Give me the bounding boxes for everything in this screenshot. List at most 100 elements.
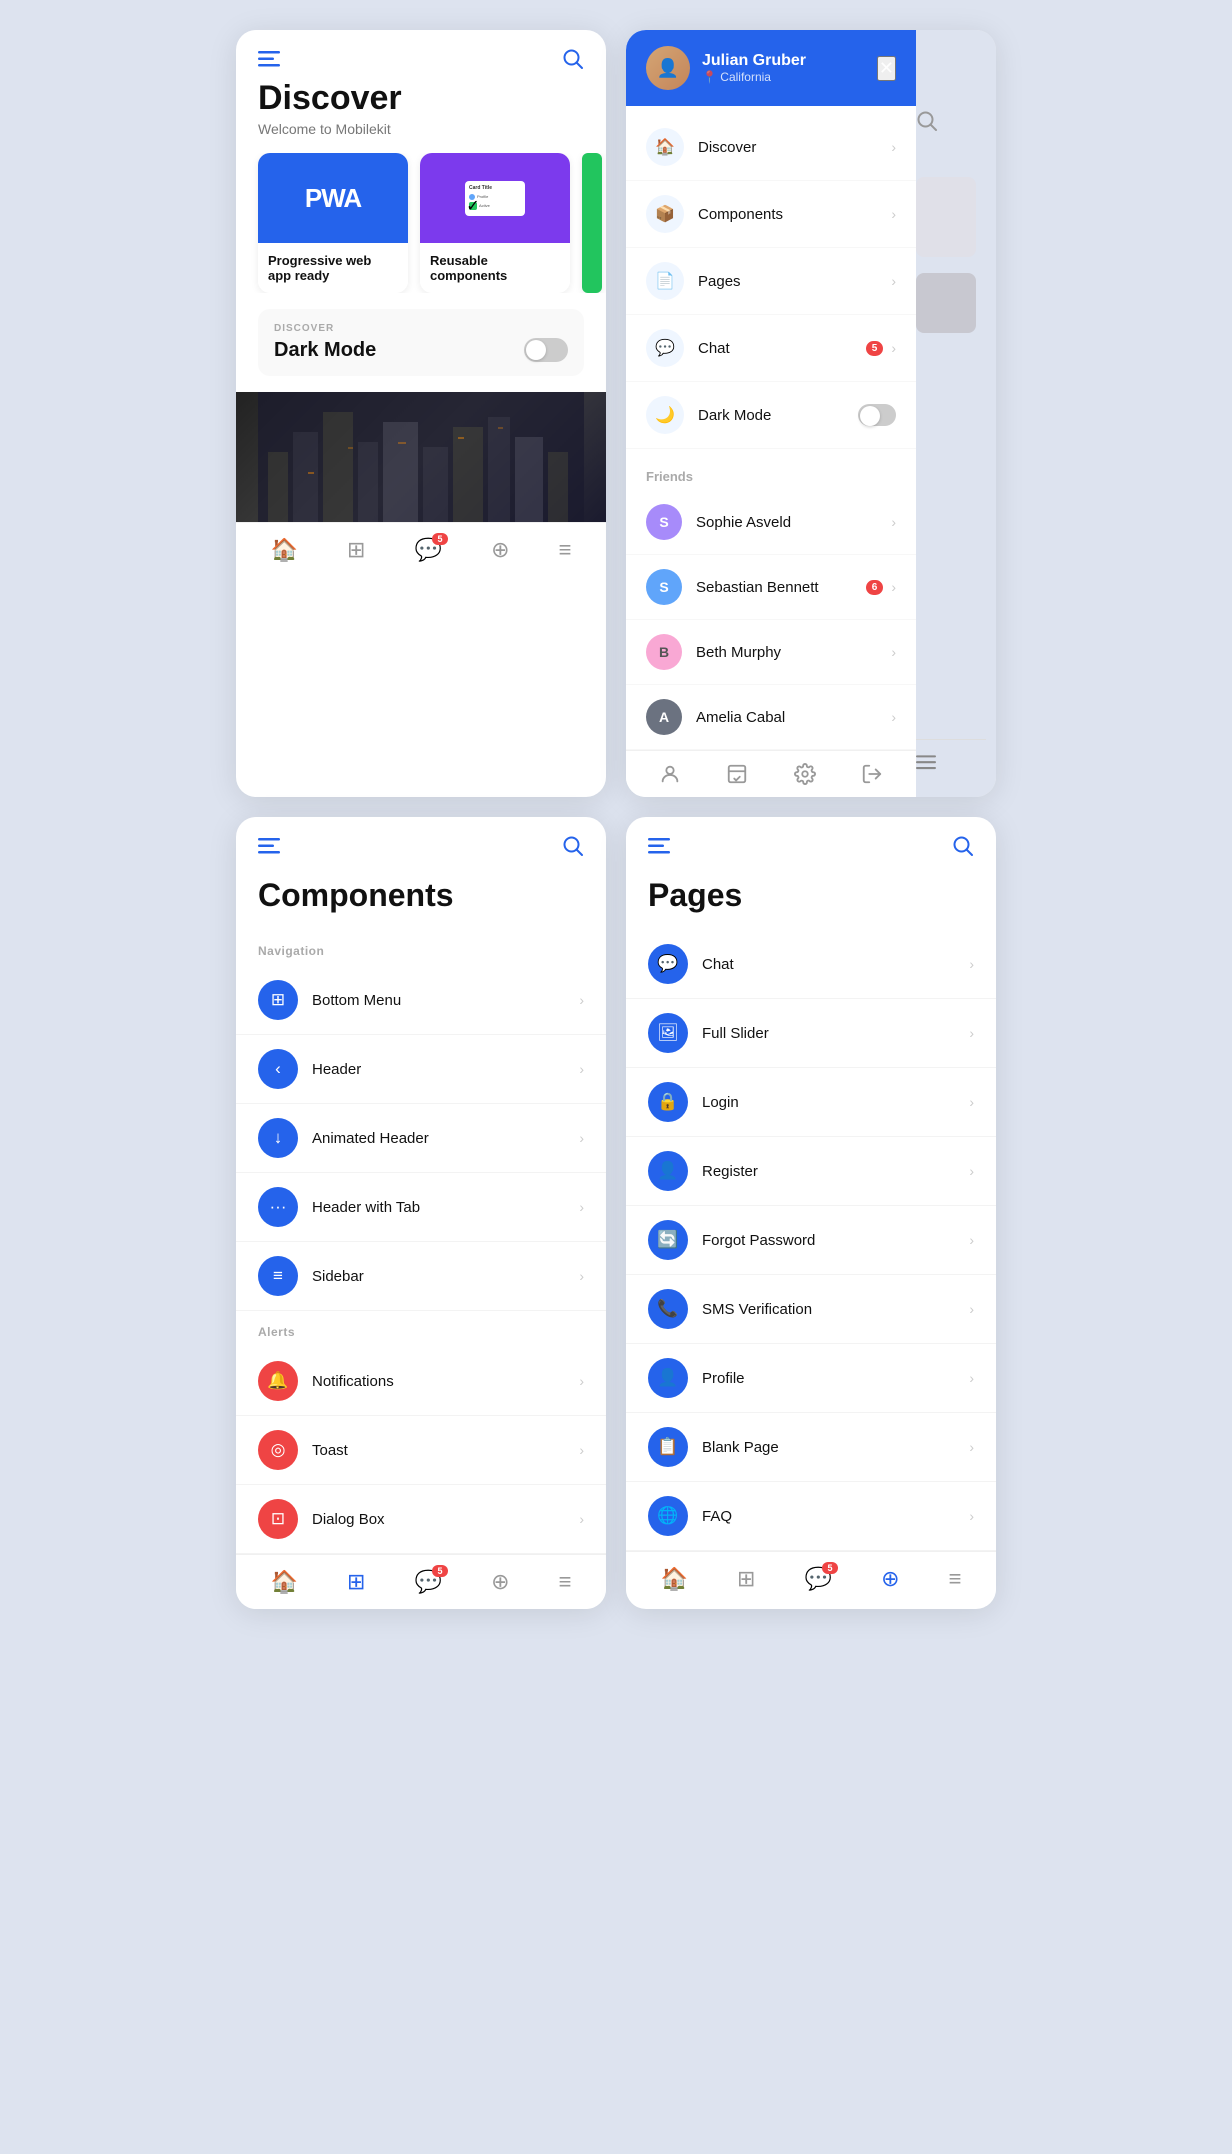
page-forgot-password[interactable]: 🔄 Forgot Password › — [626, 1206, 996, 1275]
friend-sophie[interactable]: S Sophie Asveld › — [626, 490, 916, 555]
pages-nav-menu[interactable]: ≡ — [949, 1566, 962, 1592]
page-forgot-password-label: Forgot Password — [702, 1232, 969, 1249]
pages-icon: 📄 — [646, 262, 684, 300]
page-chat[interactable]: 💬 Chat › — [626, 930, 996, 999]
sidebar-screen: 👤 Julian Gruber 📍 California ✕ 🏠 Discove… — [626, 30, 996, 797]
components-card[interactable]: Card Title Profile ✓ Active Reusable com… — [420, 153, 570, 293]
page-blank[interactable]: 📋 Blank Page › — [626, 1413, 996, 1482]
comp-nav-chat[interactable]: 💬 5 — [415, 1569, 442, 1595]
header-tab-item[interactable]: ··· Header with Tab › — [236, 1173, 606, 1242]
dialog-box-icon: ⊡ — [258, 1499, 298, 1539]
bottom-nav: 🏠 ⊞ 💬 5 ⊕ ≡ — [236, 522, 606, 577]
nav-home[interactable]: 🏠 — [271, 537, 298, 563]
comp-nav-components[interactable]: ⊞ — [347, 1569, 365, 1595]
components-card-image: Card Title Profile ✓ Active — [420, 153, 570, 243]
page-faq[interactable]: 🌐 FAQ › — [626, 1482, 996, 1551]
sidebar-nav-logout[interactable] — [861, 763, 883, 785]
page-chat-icon: 💬 — [648, 944, 688, 984]
sidebar-dark-mode-toggle[interactable] — [858, 404, 896, 426]
nav-menu[interactable]: ≡ — [559, 537, 572, 563]
friend-avatar-beth: B — [646, 634, 682, 670]
friend-name-beth: Beth Murphy — [696, 644, 891, 661]
dialog-box-item[interactable]: ⊡ Dialog Box › — [236, 1485, 606, 1554]
menu-item-discover[interactable]: 🏠 Discover › — [626, 114, 916, 181]
notifications-label: Notifications — [312, 1373, 579, 1390]
header-tab-label: Header with Tab — [312, 1199, 579, 1216]
sidebar-item[interactable]: ≡ Sidebar › — [236, 1242, 606, 1311]
pages-nav-components[interactable]: ⊞ — [737, 1566, 755, 1592]
comp-nav-layers[interactable]: ⊕ — [491, 1569, 509, 1595]
sidebar-close-button[interactable]: ✕ — [877, 56, 896, 81]
friend-name-sophie: Sophie Asveld — [696, 514, 891, 531]
page-login-label: Login — [702, 1094, 969, 1111]
pages-nav-layers[interactable]: ⊕ — [881, 1566, 899, 1592]
sidebar-header: 👤 Julian Gruber 📍 California ✕ — [626, 30, 916, 106]
sidebar-nav-inbox[interactable] — [726, 763, 748, 785]
menu-icon[interactable] — [258, 51, 280, 67]
sidebar-nav-profile[interactable] — [659, 763, 681, 785]
page-profile-icon: 👤 — [648, 1358, 688, 1398]
pages-menu-icon[interactable] — [648, 838, 670, 854]
nav-components[interactable]: ⊞ — [347, 537, 365, 563]
user-location: 📍 California — [702, 70, 806, 84]
notifications-item[interactable]: 🔔 Notifications › — [236, 1347, 606, 1416]
friend-avatar-amelia: A — [646, 699, 682, 735]
extra-card[interactable] — [582, 153, 602, 293]
nav-layers[interactable]: ⊕ — [491, 537, 509, 563]
page-sms[interactable]: 📞 SMS Verification › — [626, 1275, 996, 1344]
components-screen: Components Navigation ⊞ Bottom Menu › ‹ … — [236, 817, 606, 1609]
friend-avatar-sebastian: S — [646, 569, 682, 605]
header-icon: ‹ — [258, 1049, 298, 1089]
menu-item-chat[interactable]: 💬 Chat 5 › — [626, 315, 916, 382]
sidebar-icon: ≡ — [258, 1256, 298, 1296]
page-full-slider[interactable]: 🖼 Full Slider › — [626, 999, 996, 1068]
pages-search-icon[interactable] — [952, 835, 974, 857]
components-bottom-nav: 🏠 ⊞ 💬 5 ⊕ ≡ — [236, 1554, 606, 1609]
comp-chat-badge: 5 — [432, 1565, 448, 1577]
menu-item-components[interactable]: 📦 Components › — [626, 181, 916, 248]
pages-nav-chat[interactable]: 💬 5 — [805, 1566, 832, 1592]
header-item[interactable]: ‹ Header › — [236, 1035, 606, 1104]
pwa-card[interactable]: PWA Progressive web app ready — [258, 153, 408, 293]
user-info: 👤 Julian Gruber 📍 California — [646, 46, 806, 90]
menu-item-dark-mode[interactable]: 🌙 Dark Mode — [626, 382, 916, 449]
page-register[interactable]: 👤 Register › — [626, 1137, 996, 1206]
toast-item[interactable]: ◎ Toast › — [236, 1416, 606, 1485]
page-full-slider-label: Full Slider — [702, 1025, 969, 1042]
bottom-menu-icon: ⊞ — [258, 980, 298, 1020]
friend-beth[interactable]: B Beth Murphy › — [626, 620, 916, 685]
page-blank-icon: 📋 — [648, 1427, 688, 1467]
bottom-menu-label: Bottom Menu — [312, 992, 579, 1009]
page-sms-icon: 📞 — [648, 1289, 688, 1329]
search-icon[interactable] — [562, 48, 584, 70]
friend-amelia[interactable]: A Amelia Cabal › — [626, 685, 916, 750]
toast-label: Toast — [312, 1442, 579, 1459]
page-profile[interactable]: 👤 Profile › — [626, 1344, 996, 1413]
bottom-menu-item[interactable]: ⊞ Bottom Menu › — [236, 966, 606, 1035]
page-subtitle: Welcome to Mobilekit — [236, 117, 606, 153]
animated-header-label: Animated Header — [312, 1130, 579, 1147]
animated-header-item[interactable]: ↓ Animated Header › — [236, 1104, 606, 1173]
pages-nav-home[interactable]: 🏠 — [661, 1566, 688, 1592]
comp-nav-menu[interactable]: ≡ — [559, 1569, 572, 1595]
nav-chat[interactable]: 💬 5 — [415, 537, 442, 563]
components-menu-icon[interactable] — [258, 838, 280, 854]
dark-mode-section-label: DISCOVER — [274, 323, 568, 334]
sidebar-nav-settings[interactable] — [794, 763, 816, 785]
friend-sebastian[interactable]: S Sebastian Bennett 6 › — [626, 555, 916, 620]
dark-mode-title: Dark Mode — [274, 339, 376, 362]
chat-badge: 5 — [432, 533, 448, 545]
menu-label-pages: Pages — [698, 273, 891, 290]
feature-cards: PWA Progressive web app ready Card Title… — [236, 153, 606, 293]
menu-label-dark-mode: Dark Mode — [698, 407, 858, 424]
page-forgot-password-icon: 🔄 — [648, 1220, 688, 1260]
pages-bottom-nav: 🏠 ⊞ 💬 5 ⊕ ≡ — [626, 1551, 996, 1606]
dark-mode-toggle[interactable] — [524, 338, 568, 362]
page-full-slider-icon: 🖼 — [648, 1013, 688, 1053]
menu-item-pages[interactable]: 📄 Pages › — [626, 248, 916, 315]
components-icon: 📦 — [646, 195, 684, 233]
comp-nav-home[interactable]: 🏠 — [271, 1569, 298, 1595]
page-login[interactable]: 🔒 Login › — [626, 1068, 996, 1137]
components-search-icon[interactable] — [562, 835, 584, 857]
toast-icon: ◎ — [258, 1430, 298, 1470]
